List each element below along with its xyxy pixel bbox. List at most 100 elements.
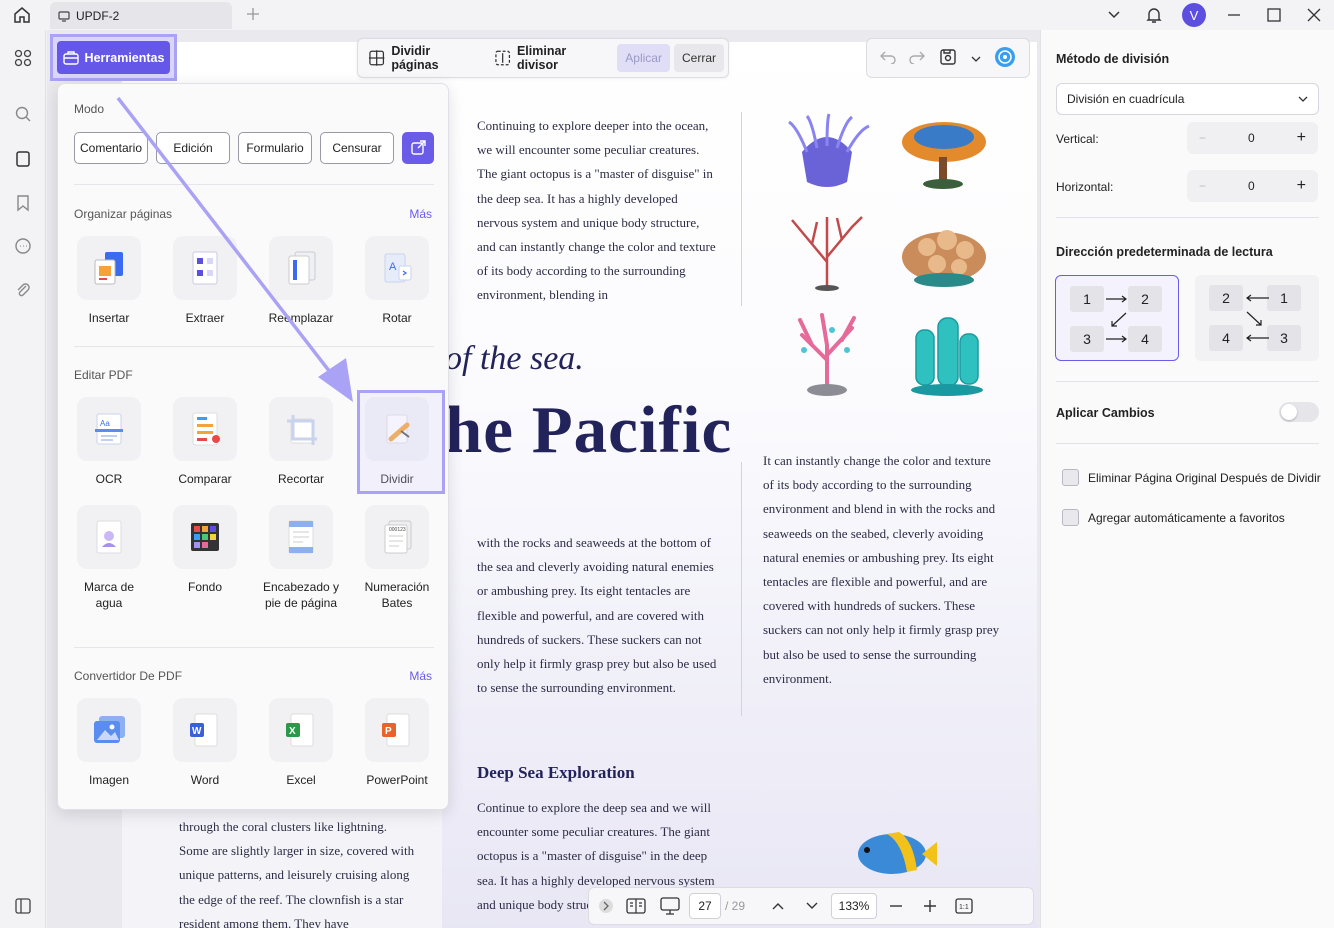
delete-original-label: Eliminar Página Original Después de Divi… xyxy=(1088,470,1321,485)
background-icon xyxy=(191,523,219,551)
tool-to-word[interactable]: W Word xyxy=(165,698,245,788)
home-icon[interactable] xyxy=(10,4,34,26)
zoom-out-icon[interactable] xyxy=(881,892,911,920)
chevron-down-icon xyxy=(1298,96,1308,102)
undo-icon[interactable] xyxy=(879,50,896,67)
horizontal-label: Horizontal: xyxy=(1056,180,1114,194)
reading-direction-ltr[interactable]: 1 2 3 4 xyxy=(1055,275,1179,361)
zoom-in-icon[interactable] xyxy=(915,892,945,920)
bookmark-icon[interactable] xyxy=(11,191,35,215)
tool-to-excel[interactable]: X Excel xyxy=(261,698,341,788)
chevron-down-icon[interactable] xyxy=(1094,0,1134,30)
tool-crop[interactable]: Recortar xyxy=(261,397,341,487)
tool-compare[interactable]: Comparar xyxy=(165,397,245,487)
organize-more-link[interactable]: Más xyxy=(409,207,432,221)
tool-to-powerpoint[interactable]: P PowerPoint xyxy=(357,698,437,788)
save-menu-chevron-icon[interactable] xyxy=(971,51,981,66)
decrement-icon[interactable]: − xyxy=(1199,179,1206,193)
remove-divider-icon xyxy=(494,50,510,66)
zoom-level-input[interactable]: 133% xyxy=(831,893,877,919)
increment-icon[interactable]: + xyxy=(1297,129,1306,147)
split-method-value: División en cuadrícula xyxy=(1067,92,1185,106)
replace-pages-icon xyxy=(288,251,316,285)
tool-replace-label: Reemplazar xyxy=(268,311,334,325)
maximize-icon[interactable] xyxy=(1254,0,1294,30)
tool-extract[interactable]: Extraer xyxy=(165,236,245,326)
panel-divider-3 xyxy=(1056,443,1319,444)
tool-watermark[interactable]: Marca de agua xyxy=(69,505,149,611)
compare-icon xyxy=(192,412,220,446)
tools-button[interactable]: Herramientas xyxy=(57,41,170,74)
ai-assistant-icon[interactable] xyxy=(994,46,1016,71)
tool-background[interactable]: Fondo xyxy=(165,505,245,595)
tool-to-image[interactable]: Imagen xyxy=(69,698,149,788)
converter-more-link[interactable]: Más xyxy=(409,669,432,683)
open-external-button[interactable] xyxy=(402,132,434,164)
mode-form-button[interactable]: Formulario xyxy=(238,132,312,164)
mode-comment-button[interactable]: Comentario xyxy=(74,132,148,164)
column-divider xyxy=(741,112,742,306)
tool-extract-label: Extraer xyxy=(185,311,225,325)
tool-ocr[interactable]: Aa OCR xyxy=(69,397,149,487)
decrement-icon[interactable]: − xyxy=(1199,131,1206,145)
split-pages-icon xyxy=(368,50,385,66)
tool-crop-label: Recortar xyxy=(277,472,324,486)
remove-divider-label: Eliminar divisor xyxy=(516,44,567,72)
minimize-icon[interactable] xyxy=(1214,0,1254,30)
tool-header-footer[interactable]: Encabezado y pie de página xyxy=(261,505,341,611)
add-favorites-row[interactable]: Agregar automáticamente a favoritos xyxy=(1062,509,1285,526)
header-footer-icon xyxy=(288,520,314,554)
tool-replace[interactable]: Reemplazar xyxy=(261,236,341,326)
split-method-select[interactable]: División en cuadrícula xyxy=(1056,83,1319,115)
apply-changes-toggle[interactable] xyxy=(1279,402,1319,422)
actual-size-icon[interactable]: 1:1 xyxy=(949,892,979,920)
split-pages-button[interactable]: Dividir páginas xyxy=(362,43,484,73)
close-window-icon[interactable] xyxy=(1294,0,1334,30)
pages-thumbnail-icon[interactable] xyxy=(11,147,35,171)
next-page-icon[interactable] xyxy=(797,892,827,920)
delete-original-row[interactable]: Eliminar Página Original Después de Divi… xyxy=(1062,469,1321,486)
save-icon[interactable] xyxy=(939,48,957,69)
document-tab[interactable]: UPDF-2 xyxy=(50,2,232,29)
tool-rotate[interactable]: A Rotar xyxy=(357,236,437,326)
page-subtitle: of the sea. xyxy=(445,340,584,377)
excel-convert-icon: X xyxy=(286,713,314,747)
search-icon[interactable] xyxy=(11,102,35,126)
collapse-nav-icon[interactable] xyxy=(595,892,617,920)
horizontal-stepper[interactable]: − 0 + xyxy=(1187,170,1318,202)
user-avatar[interactable]: V xyxy=(1182,3,1206,27)
vertical-value[interactable]: 0 xyxy=(1248,131,1255,145)
converter-section-title: Convertidor De PDF xyxy=(74,669,183,683)
tool-bates[interactable]: 000123 Numeración Bates xyxy=(357,505,437,611)
redo-icon[interactable] xyxy=(909,50,926,67)
toolbox-icon xyxy=(62,50,79,65)
mode-redact-button[interactable]: Censurar xyxy=(320,132,394,164)
apply-button[interactable]: Aplicar xyxy=(617,44,670,72)
tool-background-label: Fondo xyxy=(187,580,223,594)
mode-edit-button[interactable]: Edición xyxy=(156,132,230,164)
popup-divider-2 xyxy=(74,346,434,347)
new-tab-icon[interactable] xyxy=(244,4,262,24)
reading-mode-icon[interactable] xyxy=(621,892,651,920)
tool-insert[interactable]: Insertar xyxy=(69,236,149,326)
split-toolbar: Dividir páginas Eliminar divisor Aplicar… xyxy=(357,38,729,78)
sidebar-toggle-icon[interactable] xyxy=(11,894,35,918)
reading-direction-rtl[interactable]: 2 1 4 3 xyxy=(1195,275,1319,361)
horizontal-value[interactable]: 0 xyxy=(1248,179,1255,193)
notification-bell-icon[interactable] xyxy=(1134,0,1174,30)
close-button[interactable]: Cerrar xyxy=(673,44,724,72)
current-page-input[interactable]: 27 xyxy=(689,893,721,919)
red-coral-image xyxy=(791,216,863,291)
comments-icon[interactable] xyxy=(11,234,35,258)
add-favorites-checkbox[interactable] xyxy=(1062,509,1079,526)
remove-divider-button[interactable]: Eliminar divisor xyxy=(488,43,614,73)
delete-original-checkbox[interactable] xyxy=(1062,469,1079,486)
vertical-stepper[interactable]: − 0 + xyxy=(1187,122,1318,154)
presentation-icon[interactable] xyxy=(655,892,685,920)
text-column-top: Continuing to explore deeper into the oc… xyxy=(477,118,716,303)
word-convert-icon: W xyxy=(190,713,218,747)
apps-grid-icon[interactable] xyxy=(11,46,35,70)
attachment-icon[interactable] xyxy=(11,278,35,302)
previous-page-icon[interactable] xyxy=(763,892,793,920)
increment-icon[interactable]: + xyxy=(1297,177,1306,195)
